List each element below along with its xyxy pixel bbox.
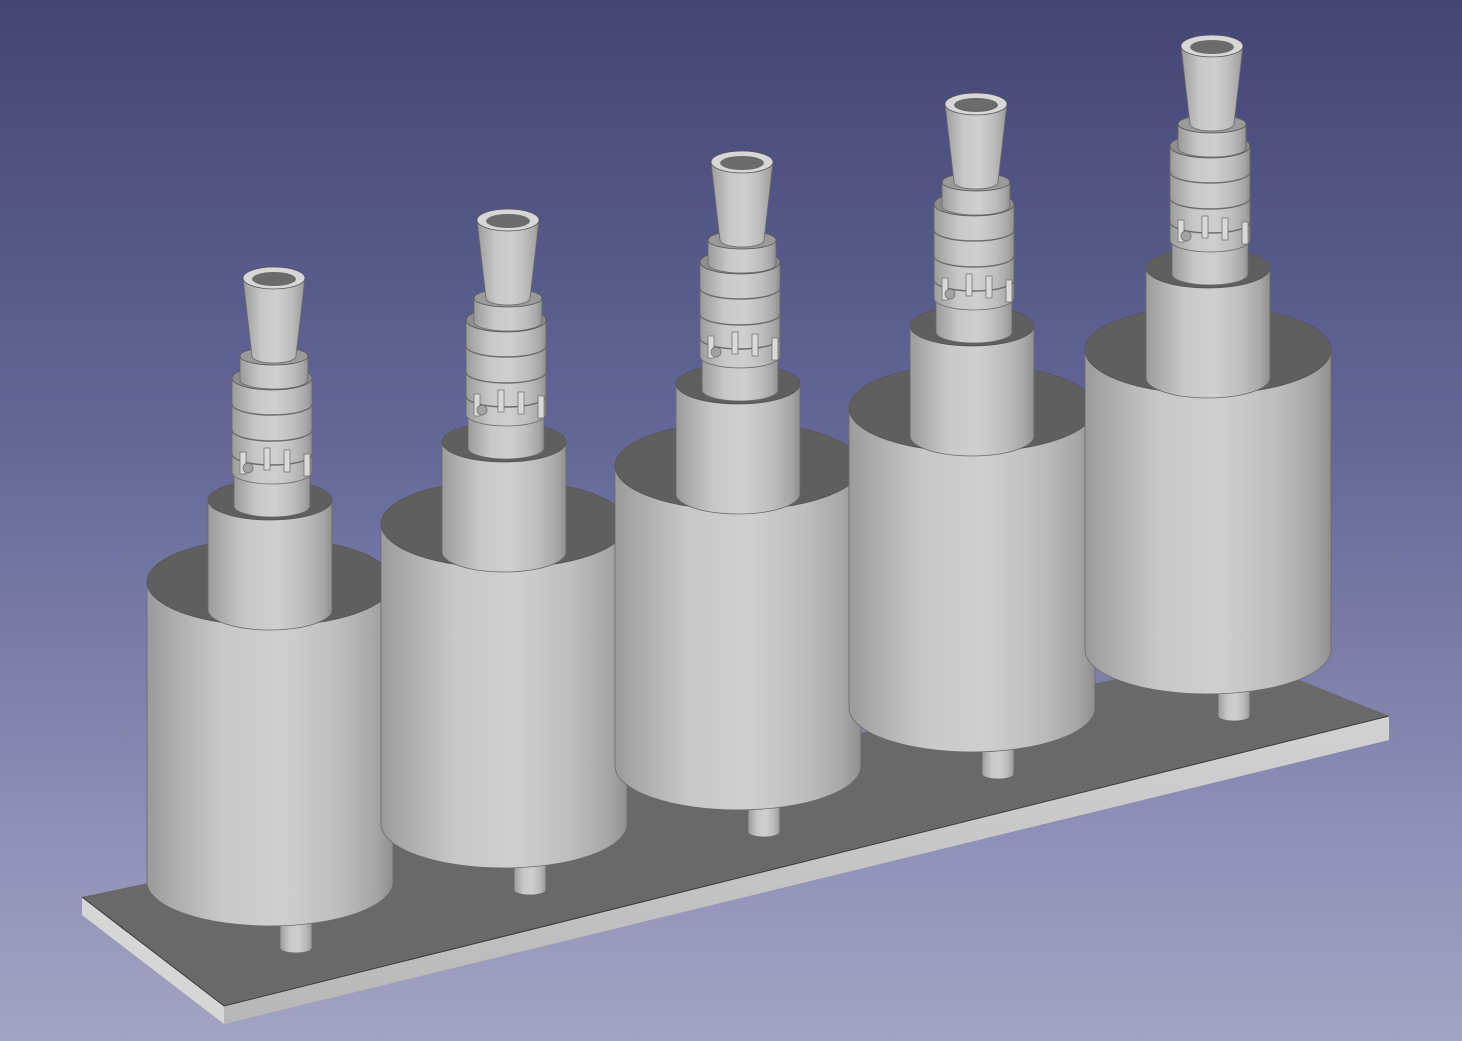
sleeve-slot [283,449,291,473]
sleeve-slot [1221,217,1229,241]
sleeve-slot [263,447,271,471]
sleeve-slot [965,273,973,297]
sleeve-slot [751,333,759,357]
funnel-bore [486,214,530,228]
sleeve-slot [771,337,779,361]
sleeve-slot [1201,215,1209,239]
tower-base-cylinder-side [614,465,862,811]
connector-4[interactable] [933,92,1015,344]
3d-viewport[interactable] [0,0,1462,1041]
sleeve-slot [1005,279,1013,303]
sleeve-pin [1180,230,1192,242]
tower-3[interactable] [614,150,862,838]
connector-funnel [1180,45,1244,132]
connector-funnel [944,103,1008,190]
sleeve-pin [242,462,254,474]
sleeve-slot [497,389,505,413]
sleeve-slot [985,275,993,299]
tower-1[interactable] [146,266,394,954]
sleeve-slot [303,453,311,477]
connector-funnel [242,277,306,364]
sleeve-slot [517,391,525,415]
sleeve-pin [476,404,488,416]
tower-2[interactable] [380,208,628,896]
sleeve-pin [710,346,722,358]
funnel-bore [720,156,764,170]
funnel-bore [1190,40,1234,54]
sleeve-slot [537,395,545,419]
sleeve-slot [731,331,739,355]
sleeve-pin [944,288,956,300]
connector-5[interactable] [1169,34,1251,286]
funnel-bore [252,272,296,286]
sleeve-slot [1241,221,1249,245]
connector-3[interactable] [699,150,781,402]
tower-base-cylinder-side [380,523,628,869]
tower-4[interactable] [848,92,1096,780]
model-scene[interactable] [0,0,1462,1041]
connector-1[interactable] [231,266,313,518]
connector-funnel [476,219,540,306]
connector-2[interactable] [465,208,547,460]
tower-base-cylinder-side [848,407,1096,753]
tower-base-cylinder-side [146,581,394,927]
funnel-bore [954,98,998,112]
tower-base-cylinder-side [1084,349,1332,695]
connector-funnel [710,161,774,248]
tower-5[interactable] [1084,34,1332,722]
